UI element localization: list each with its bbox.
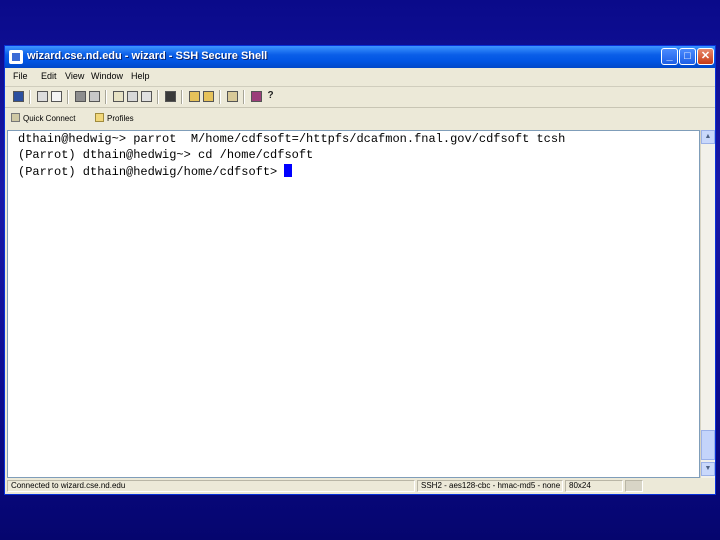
copy-icon[interactable] [89,91,100,102]
toolbar-separator [157,90,159,104]
folder-icon [95,113,104,122]
print-preview-icon[interactable] [51,91,62,102]
quick-connect-button[interactable]: Quick Connect [11,110,91,126]
close-button[interactable]: ✕ [697,48,714,65]
toolbar-separator [181,90,183,104]
toolbar-separator [219,90,221,104]
cut-icon[interactable] [75,91,86,102]
help-icon[interactable]: ? [265,91,276,102]
menu-bar: File Edit View Window Help [5,68,715,87]
text-cursor [284,164,293,177]
menu-edit[interactable]: Edit [41,71,57,81]
scroll-up-icon[interactable]: ▲ [701,130,715,144]
ssh-window: wizard.cse.nd.edu - wizard - SSH Secure … [4,45,716,495]
title-bar[interactable]: wizard.cse.nd.edu - wizard - SSH Secure … [5,46,715,68]
status-bar: Connected to wizard.cse.nd.edu SSH2 - ae… [5,479,715,494]
profiles-button[interactable]: Profiles [95,110,145,126]
connection-status: Connected to wizard.cse.nd.edu [7,480,415,492]
copy-paste-icon[interactable] [127,91,138,102]
toolbar-separator [243,90,245,104]
minimize-button[interactable]: _ [661,48,678,65]
terminal-area[interactable]: dthain@hedwig~> parrot M/home/cdfsoft=/h… [7,130,700,478]
toolbar-separator [29,90,31,104]
terminal-line: dthain@hedwig~> parrot M/home/cdfsoft=/h… [18,132,566,146]
menu-file[interactable]: File [13,71,28,81]
terminal-line: (Parrot) dthain@hedwig~> cd /home/cdfsof… [18,148,314,162]
quick-connect-icon [11,113,20,122]
terminal-prompt: (Parrot) dthain@hedwig/home/cdfsoft> [18,165,285,179]
clear-icon[interactable] [141,91,152,102]
protocol-status: SSH2 - aes128-cbc - hmac-md5 - none [417,480,563,492]
menu-view[interactable]: View [65,71,84,81]
save-icon[interactable] [13,91,24,102]
vertical-scrollbar[interactable]: ▲ ▼ [700,130,715,478]
new-file-transfer-icon[interactable] [203,91,214,102]
menu-help[interactable]: Help [131,71,150,81]
toolbar-separator [105,90,107,104]
terminal-size: 80x24 [565,480,623,492]
app-icon [9,50,23,64]
encryption-lock-icon [625,480,643,492]
print-icon[interactable] [37,91,48,102]
find-icon[interactable] [165,91,176,102]
help-topics-icon[interactable] [251,91,262,102]
terminal-line: (Parrot) dthain@hedwig/home/cdfsoft> [18,164,293,180]
paste-icon[interactable] [113,91,124,102]
maximize-button[interactable]: □ [679,48,696,65]
settings-icon[interactable] [227,91,238,102]
new-terminal-icon[interactable] [189,91,200,102]
toolbar-separator [67,90,69,104]
scroll-down-icon[interactable]: ▼ [701,462,715,476]
menu-window[interactable]: Window [91,71,123,81]
profiles-toolbar: Quick Connect Profiles [5,108,715,128]
scroll-thumb[interactable] [701,430,715,460]
main-toolbar: ? [5,87,715,108]
window-title: wizard.cse.nd.edu - wizard - SSH Secure … [27,50,268,62]
